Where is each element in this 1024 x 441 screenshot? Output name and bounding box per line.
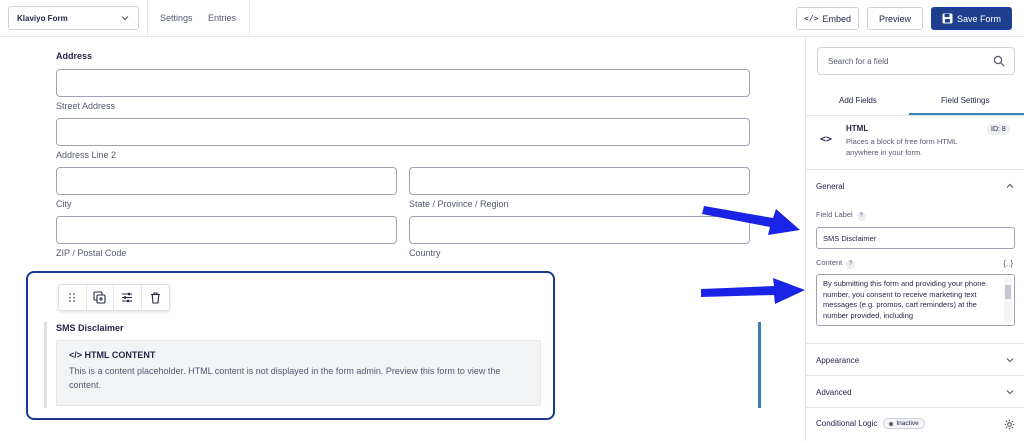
general-label: General xyxy=(816,182,845,191)
save-form-button[interactable]: Save Form xyxy=(931,7,1012,30)
content-text: By submitting this form and providing yo… xyxy=(823,279,986,320)
tab-field-settings[interactable]: Field Settings xyxy=(941,96,989,105)
state-label: State / Province / Region xyxy=(409,199,509,209)
field-id-badge: ID: 8 xyxy=(987,124,1010,135)
top-bar: Klaviyo Form Settings Entries </> Embed … xyxy=(0,0,1024,37)
zip-input[interactable] xyxy=(56,216,397,244)
save-icon xyxy=(942,13,953,24)
divider xyxy=(147,0,148,37)
search-icon xyxy=(993,55,1005,67)
html-content-text: This is a content placeholder. HTML cont… xyxy=(69,366,501,390)
html-field-label: SMS Disclaimer xyxy=(56,323,124,333)
zip-label: ZIP / Postal Code xyxy=(56,248,127,258)
trash-icon[interactable] xyxy=(142,285,169,310)
html-content-placeholder[interactable]: </> HTML CONTENT This is a content place… xyxy=(56,340,541,406)
field-label-text: Field Label xyxy=(816,210,853,219)
annotation-arrow-icon xyxy=(702,206,800,235)
status-badge: Inactive xyxy=(883,418,925,429)
code-icon: </> xyxy=(804,14,819,23)
field-type-title: HTML xyxy=(846,124,869,133)
country-select[interactable] xyxy=(409,216,750,244)
field-info: <> HTML Places a block of free form HTML… xyxy=(806,116,1024,170)
city-label: City xyxy=(56,199,72,209)
status-dot xyxy=(889,421,894,426)
divider xyxy=(249,0,250,37)
help-icon[interactable]: ? xyxy=(856,212,866,221)
chevron-up-icon xyxy=(1006,183,1014,188)
drag-handle-icon[interactable] xyxy=(59,285,87,310)
field-toolbar xyxy=(58,284,170,311)
content-label: Content? xyxy=(816,258,856,269)
merge-tags-icon[interactable]: {..} xyxy=(1003,259,1013,268)
status-text: Inactive xyxy=(896,420,919,427)
textarea-scrollbar[interactable] xyxy=(1004,277,1012,323)
embed-button[interactable]: </> Embed xyxy=(796,7,859,30)
settings-link[interactable]: Settings xyxy=(160,13,193,23)
annotation-arrow-icon xyxy=(701,278,805,304)
html-content-title: </> HTML CONTENT xyxy=(69,350,156,360)
settings-sidebar: Search for a field Add Fields Field Sett… xyxy=(805,38,1024,441)
save-form-label: Save Form xyxy=(956,13,1001,24)
scrollbar-thumb[interactable] xyxy=(1005,285,1011,299)
code-icon: <> xyxy=(820,134,833,145)
chevron-down-icon xyxy=(1006,390,1014,395)
form-select[interactable]: Klaviyo Form xyxy=(8,6,139,30)
content-label-text: Content xyxy=(816,258,843,267)
gear-icon[interactable] xyxy=(1004,419,1015,430)
preview-label: Preview xyxy=(878,13,911,24)
tab-add-fields[interactable]: Add Fields xyxy=(839,96,877,105)
chevron-down-icon xyxy=(1006,358,1014,363)
conditional-logic-header[interactable]: Conditional Logic Inactive xyxy=(806,408,1024,441)
city-input[interactable] xyxy=(56,167,397,195)
general-accordion-header[interactable]: General xyxy=(806,170,1024,202)
appearance-label: Appearance xyxy=(816,356,860,365)
advanced-label: Advanced xyxy=(816,388,852,397)
sidebar-tabs: Add Fields Field Settings xyxy=(806,87,1024,116)
advanced-accordion-header[interactable]: Advanced xyxy=(806,376,1024,408)
field-left-border xyxy=(44,322,47,408)
duplicate-icon[interactable] xyxy=(87,285,114,310)
country-label: Country xyxy=(409,248,441,258)
entries-link[interactable]: Entries xyxy=(208,13,236,23)
conditional-logic-text: Conditional Logic xyxy=(816,419,878,428)
preview-button[interactable]: Preview xyxy=(867,7,923,30)
field-label-label: Field Label? xyxy=(816,210,866,221)
search-placeholder: Search for a field xyxy=(828,57,889,66)
content-textarea[interactable]: By submitting this form and providing yo… xyxy=(816,274,1015,326)
settings-sliders-icon[interactable] xyxy=(114,285,142,310)
state-input[interactable] xyxy=(409,167,750,195)
address-line-2-input[interactable] xyxy=(56,118,750,146)
address-title: Address xyxy=(56,51,93,61)
field-type-description: Places a block of free form HTML anywher… xyxy=(846,137,958,157)
field-label-input[interactable]: SMS Disclaimer xyxy=(816,227,1015,249)
active-tab-indicator xyxy=(909,113,1024,115)
drop-indicator xyxy=(758,322,761,408)
help-icon[interactable]: ? xyxy=(846,260,856,269)
street-address-label: Street Address xyxy=(56,101,116,111)
conditional-logic-label: Conditional Logic Inactive xyxy=(816,418,925,429)
address-line-2-label: Address Line 2 xyxy=(56,150,117,160)
search-field-input[interactable]: Search for a field xyxy=(817,47,1015,75)
form-select-value: Klaviyo Form xyxy=(17,13,68,23)
appearance-accordion-header[interactable]: Appearance xyxy=(806,344,1024,376)
chevron-down-icon xyxy=(121,16,129,21)
street-address-input[interactable] xyxy=(56,69,750,97)
embed-label: Embed xyxy=(822,13,851,24)
